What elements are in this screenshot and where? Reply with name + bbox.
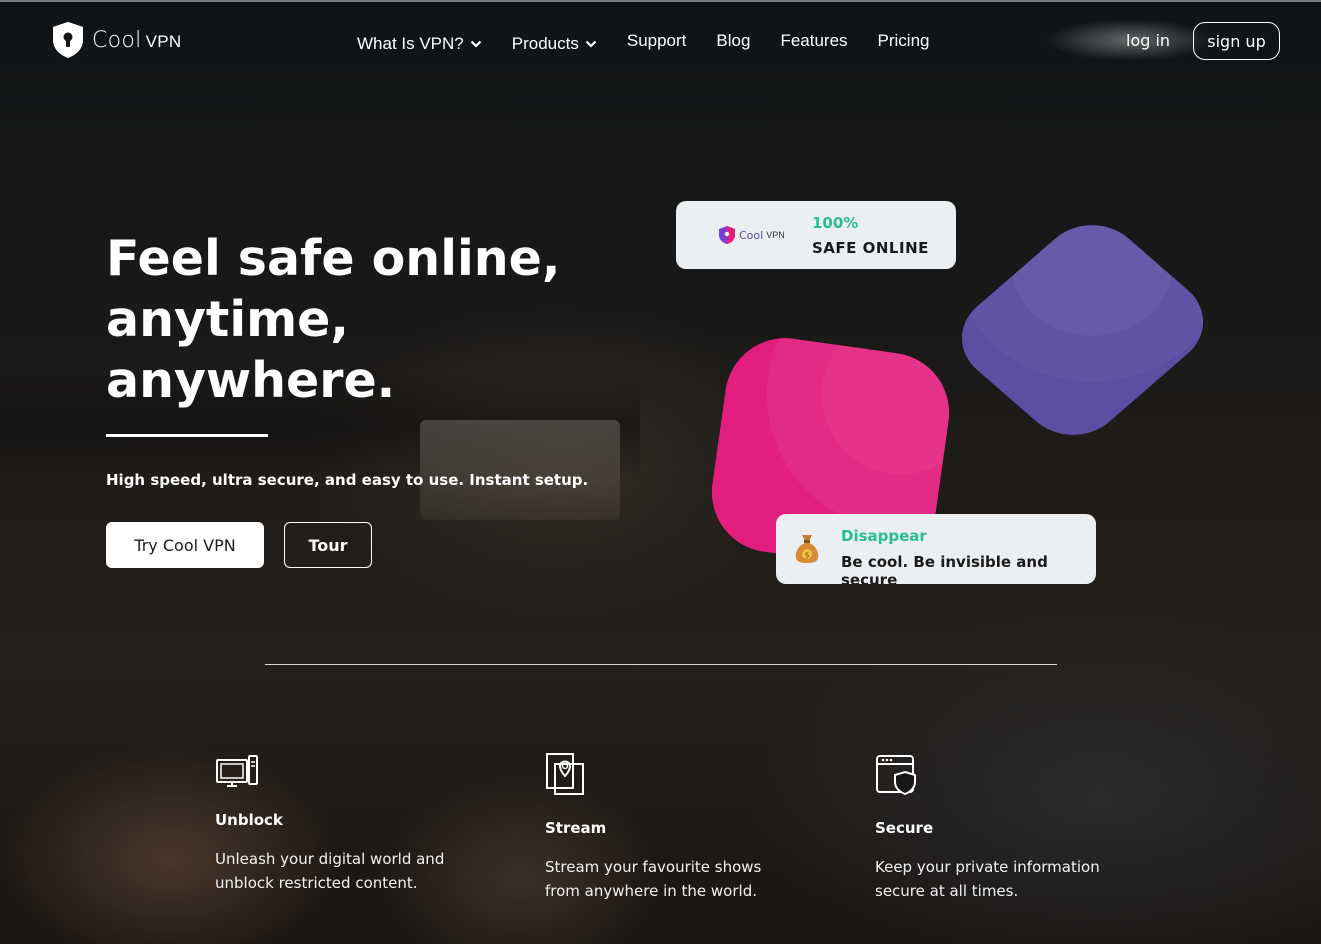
feature-description: Keep your private information secure at … <box>875 858 1100 900</box>
browser-shield-icon <box>876 755 916 796</box>
nav-item-what-is-vpn[interactable]: What Is VPN? <box>357 34 482 54</box>
tour-button[interactable]: Tour <box>284 522 372 568</box>
feature-title: Unblock <box>215 811 283 829</box>
nav-item-blog[interactable]: Blog <box>716 31 750 51</box>
brand-logo[interactable]: Cool VPN <box>50 20 181 60</box>
background-air-conditioner <box>420 420 620 520</box>
money-bag-icon: $ <box>795 535 819 563</box>
feature-title: Secure <box>875 819 934 837</box>
safe-online-label: SAFE ONLINE <box>812 239 929 257</box>
feature-description: Unleash your digital world and unblock r… <box>215 850 445 892</box>
nav-item-features[interactable]: Features <box>780 31 847 51</box>
disappear-title: Disappear <box>841 527 927 545</box>
brand-name: Cool VPN <box>92 28 182 53</box>
nav-item-pricing[interactable]: Pricing <box>878 31 930 51</box>
top-navigation: Cool VPN What Is VPN? Products Support Bl… <box>0 0 1321 90</box>
feature-title: Stream <box>545 819 607 837</box>
safe-online-card: Cool VPN 100% SAFE ONLINE <box>676 201 956 269</box>
safe-percent: 100% <box>812 214 859 232</box>
nav-links: What Is VPN? Products Support Blog Featu… <box>357 28 960 54</box>
hero-title-line: Feel safe online, <box>106 230 561 287</box>
card-mini-logo: Cool VPN <box>718 225 785 245</box>
nav-item-products[interactable]: Products <box>512 34 597 54</box>
section-divider <box>265 664 1057 665</box>
feature-stream: Stream Stream your favourite shows from … <box>545 752 795 903</box>
login-link[interactable]: log in <box>1126 31 1170 50</box>
disappear-card: $ Disappear Be cool. Be invisible and se… <box>776 514 1096 589</box>
signup-button[interactable]: sign up <box>1193 22 1280 60</box>
hero-title-line: anytime, <box>106 291 350 348</box>
hero-title: Feel safe online, anytime, anywhere. <box>106 228 626 411</box>
disappear-text: Be cool. Be invisible and secure <box>841 553 1048 589</box>
svg-text:$: $ <box>804 551 809 560</box>
hero-title-line: anywhere. <box>106 352 396 409</box>
hero-underline <box>106 434 268 437</box>
chevron-down-icon <box>585 40 597 48</box>
feature-description: Stream your favourite shows from anywher… <box>545 858 762 900</box>
hero-subtitle: High speed, ultra secure, and easy to us… <box>106 471 589 489</box>
monitor-icon <box>216 755 258 787</box>
try-cool-vpn-button[interactable]: Try Cool VPN <box>106 522 264 568</box>
nav-item-support[interactable]: Support <box>627 31 687 51</box>
shield-icon <box>719 226 735 244</box>
shield-lock-icon <box>53 22 83 58</box>
chevron-down-icon <box>470 40 482 48</box>
feature-secure: Secure Keep your private information sec… <box>875 752 1125 903</box>
location-pin-icon <box>546 753 584 795</box>
feature-unblock: Unblock Unleash your digital world and u… <box>215 752 465 895</box>
